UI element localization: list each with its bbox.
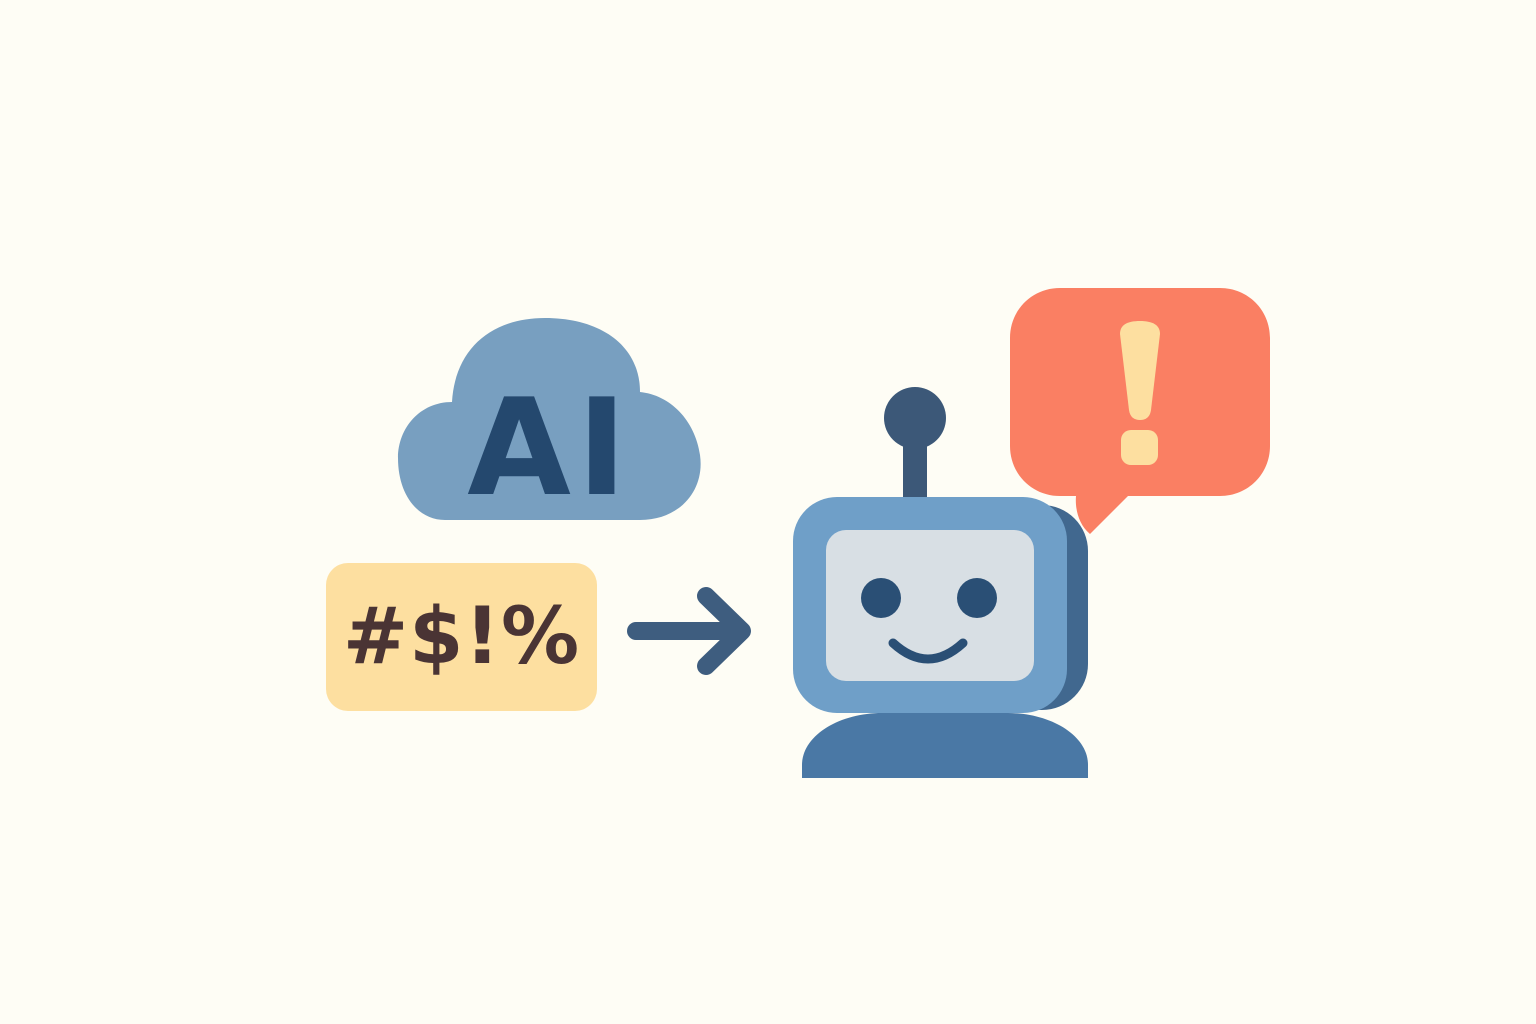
alert-bubble — [1010, 288, 1270, 534]
arrow-right-icon — [627, 587, 751, 675]
robot-antenna-ball — [884, 387, 946, 449]
robot-body — [802, 713, 1088, 778]
illustration-canvas — [398, 288, 1270, 778]
symbol-input-box: #$!% — [326, 563, 597, 711]
illustration: AI #$!% — [0, 0, 1536, 1024]
robot-left-eye — [861, 578, 901, 618]
robot-antenna-stem — [903, 440, 927, 506]
symbol-text: #$!% — [342, 592, 581, 682]
cloud-ai-label: AI — [467, 370, 633, 526]
robot-right-eye — [957, 578, 997, 618]
